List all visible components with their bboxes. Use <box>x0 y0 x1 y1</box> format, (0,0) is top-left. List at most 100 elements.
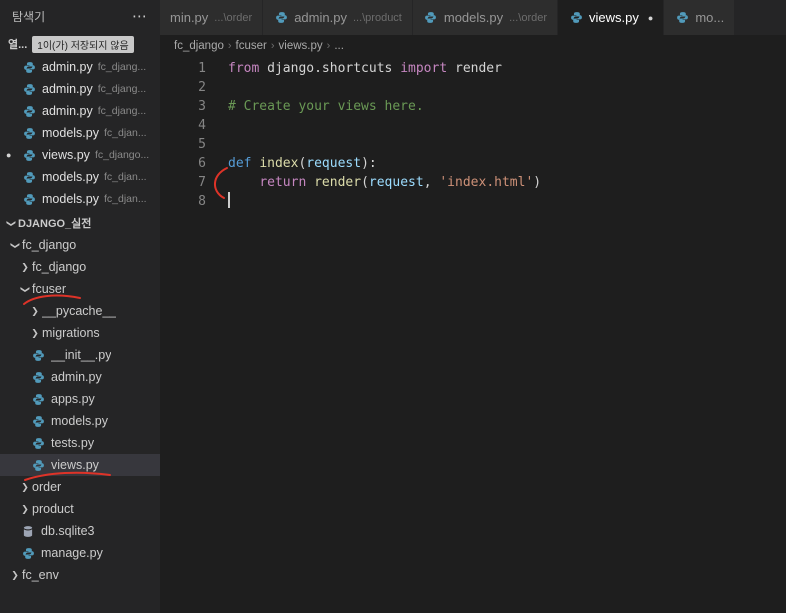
tree-item-tests-py[interactable]: tests.py <box>0 432 160 454</box>
code-token: , <box>423 175 440 190</box>
file-tree: ❯ fc_django ❯ fc_django ❯ fcuser ❯ __pycache__ ❯… <box>0 234 160 586</box>
code-text: # Create your views here. <box>206 97 424 116</box>
open-editors-list: admin.py fc_djang... admin.py fc_djang... ad… <box>0 56 160 210</box>
python-icon <box>20 545 36 561</box>
tree-item-order[interactable]: ❯ order <box>0 476 160 498</box>
code-token: import <box>400 61 448 76</box>
line-number: 7 <box>198 175 206 190</box>
code-line-8[interactable]: 8 <box>160 192 786 211</box>
tab-min-py[interactable]: min.py ...\order <box>160 0 264 35</box>
breadcrumb-item-item[interactable]: ... <box>334 40 344 52</box>
line-number: 1 <box>198 61 206 76</box>
tree-item-label: admin.py <box>51 370 102 384</box>
breadcrumb-item-views-py[interactable]: views.py <box>279 40 323 52</box>
open-editors-header[interactable]: 열... 1이(가) 저장되지 않음 <box>0 32 160 56</box>
chevron-right-icon: ❯ <box>21 503 29 514</box>
explorer-title: 탐색기 <box>12 9 46 24</box>
tab-bar: min.py ...\order admin.py ...\product models… <box>160 0 786 35</box>
code-line-1[interactable]: 1 from django.shortcuts import render <box>160 59 786 78</box>
tree-item-product[interactable]: ❯ product <box>0 498 160 520</box>
tree-item-init-py[interactable]: __init__.py <box>0 344 160 366</box>
line-number: 8 <box>198 194 206 209</box>
tree-item-apps-py[interactable]: apps.py <box>0 388 160 410</box>
code-line-4[interactable]: 4 <box>160 116 786 135</box>
code-line-7[interactable]: 7 return render(request, 'index.html') <box>160 173 786 192</box>
code-token: ( <box>361 175 369 190</box>
chevron-down-icon: ❯ <box>20 285 31 293</box>
tree-item-label: __init__.py <box>51 348 112 362</box>
tree-item-label: migrations <box>42 326 100 340</box>
breadcrumb-item-fcuser[interactable]: fcuser <box>236 40 267 52</box>
tab-admin-py[interactable]: admin.py ...\product <box>263 0 413 35</box>
database-icon <box>20 523 36 539</box>
tree-item-admin-py[interactable]: admin.py <box>0 366 160 388</box>
file-name: models.py <box>42 192 99 206</box>
open-editor-item-admin-py[interactable]: admin.py fc_djang... <box>0 100 160 122</box>
more-actions-icon[interactable]: ⋯ <box>132 7 148 25</box>
code-line-6[interactable]: 6 def index(request): <box>160 154 786 173</box>
open-editor-item-views-py[interactable]: ● views.py fc_django... <box>0 144 160 166</box>
tree-item-manage-py[interactable]: manage.py <box>0 542 160 564</box>
code-token: return <box>259 175 307 190</box>
tab-description: ...\product <box>352 11 402 24</box>
tree-item-migrations[interactable]: ❯ migrations <box>0 322 160 344</box>
vscode-window: 탐색기 ⋯ 열... 1이(가) 저장되지 않음 admin.py fc_djan… <box>0 0 786 613</box>
tree-item-label: views.py <box>51 458 99 472</box>
open-editor-item-models-py[interactable]: models.py fc_djan... <box>0 166 160 188</box>
code-text: from django.shortcuts import render <box>206 59 502 78</box>
python-icon <box>21 59 37 75</box>
tab-mo[interactable]: mo... <box>664 0 736 35</box>
tree-item-fcuser[interactable]: ❯ fcuser <box>0 278 160 300</box>
tree-item-pycache[interactable]: ❯ __pycache__ <box>0 300 160 322</box>
code-text: def index(request): <box>206 154 377 173</box>
tree-item-label: order <box>32 480 62 494</box>
open-editor-item-admin-py[interactable]: admin.py fc_djang... <box>0 56 160 78</box>
tree-item-views-py[interactable]: views.py <box>0 454 160 476</box>
breadcrumb-item-fc-django[interactable]: fc_django <box>174 40 224 52</box>
python-icon <box>21 103 37 119</box>
code-line-5[interactable]: 5 <box>160 135 786 154</box>
tree-item-label: apps.py <box>51 392 95 406</box>
code-editor[interactable]: 1 from django.shortcuts import render 2 3 # … <box>160 57 786 613</box>
python-icon <box>30 347 46 363</box>
code-token: def <box>228 156 252 171</box>
tree-item-label: manage.py <box>41 546 103 560</box>
chevron-right-icon: ❯ <box>11 569 19 580</box>
dirty-indicator: ● <box>647 12 654 23</box>
chevron-right-icon: ❯ <box>31 305 39 316</box>
code-token: request <box>368 175 424 190</box>
tree-item-models-py[interactable]: models.py <box>0 410 160 432</box>
tree-item-label: db.sqlite3 <box>41 524 95 538</box>
file-path: fc_djan... <box>103 193 147 205</box>
tab-views-py[interactable]: views.py ● <box>558 0 665 35</box>
tab-models-py[interactable]: models.py ...\order <box>412 0 559 35</box>
file-path: fc_djang... <box>97 61 147 73</box>
tree-item-fc-django[interactable]: ❯ fc_django <box>0 234 160 256</box>
chevron-right-icon: › <box>326 40 331 52</box>
chevron-right-icon: ❯ <box>31 327 39 338</box>
open-editor-item-admin-py[interactable]: admin.py fc_djang... <box>0 78 160 100</box>
open-editor-item-models-py[interactable]: models.py fc_djan... <box>0 122 160 144</box>
code-line-3[interactable]: 3 # Create your views here. <box>160 97 786 116</box>
tree-item-label: fc_env <box>22 568 59 582</box>
tree-item-fc-env[interactable]: ❯ fc_env <box>0 564 160 586</box>
python-icon <box>21 169 37 185</box>
file-path: fc_djan... <box>103 171 147 183</box>
python-icon <box>674 10 690 26</box>
code-token: render <box>314 175 362 190</box>
sidebar-header: 탐색기 ⋯ <box>0 0 160 32</box>
python-icon <box>30 413 46 429</box>
tree-item-db-sqlite3[interactable]: db.sqlite3 <box>0 520 160 542</box>
code-token: from <box>228 61 260 76</box>
file-path: fc_djang... <box>97 83 147 95</box>
workspace-root-header[interactable]: ❯ DJANGO_실전 <box>0 212 160 234</box>
tree-item-fc-django[interactable]: ❯ fc_django <box>0 256 160 278</box>
code-token: index <box>259 156 299 171</box>
dirty-indicator: ● <box>6 150 12 160</box>
code-line-2[interactable]: 2 <box>160 78 786 97</box>
open-editor-item-models-py[interactable]: models.py fc_djan... <box>0 188 160 210</box>
